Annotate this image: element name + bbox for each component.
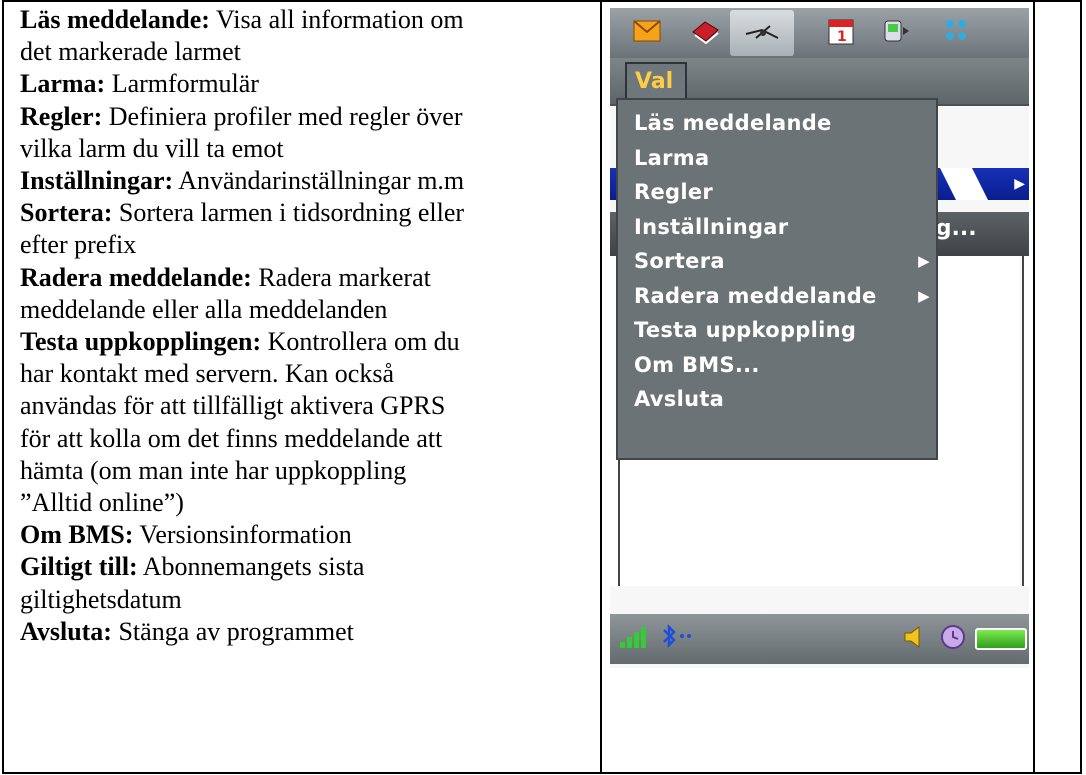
menu-item-label: Avsluta xyxy=(634,387,725,411)
signal-icon xyxy=(618,624,652,656)
description-text: Versionsinformation xyxy=(133,520,352,550)
description-term: Läs meddelande: xyxy=(20,5,210,34)
description-entry: Giltigt till: Abonnemangets sista xyxy=(20,551,590,583)
menu-item-label: Läs meddelande xyxy=(634,111,832,135)
options-menu: Läs meddelande Larma Regler Inställningar So… xyxy=(616,98,938,460)
description-text: Stänga av programmet xyxy=(111,616,354,646)
clock-icon[interactable] xyxy=(940,624,966,656)
description-continuation: efter prefix xyxy=(20,230,137,260)
description-term: Inställningar: xyxy=(20,166,174,196)
description-term: Sortera: xyxy=(20,198,113,228)
description-term: Larma: xyxy=(20,69,106,99)
menu-item-label: Regler xyxy=(634,180,714,204)
menu-descriptions: Läs meddelande: Visa all information om d… xyxy=(20,4,590,648)
phone-screenshot: 1 Val ▶ erg... Läs meddelande Larma Regler… xyxy=(610,8,1029,668)
bluetooth-icon xyxy=(658,623,694,656)
description-term: Testa uppkopplingen: xyxy=(20,327,262,357)
apps-grid-icon[interactable] xyxy=(940,14,974,48)
description-text: Kontrollera om du xyxy=(261,327,460,357)
calendar-icon[interactable]: 1 xyxy=(824,14,858,48)
description-entry: Avsluta: Stänga av programmet xyxy=(20,616,590,648)
status-bar xyxy=(610,614,1029,664)
submenu-arrow-icon: ▶ xyxy=(918,286,930,305)
description-entry: Testa uppkopplingen: Kontrollera om du xyxy=(20,326,590,358)
menu-item[interactable]: Larma xyxy=(618,141,936,176)
description-text: Definiera profiler med regler över xyxy=(102,101,463,131)
description-continuation: användas för att tillfälligt aktivera GP… xyxy=(20,391,446,421)
submenu-arrow-icon: ▶ xyxy=(918,252,930,270)
description-term: Om BMS: xyxy=(20,520,134,550)
description-term: Avsluta: xyxy=(20,616,112,646)
menu-item-label: Testa uppkoppling xyxy=(634,318,857,342)
menu-item[interactable]: Sortera ▶ xyxy=(618,244,936,279)
description-entry: Sortera: Sortera larmen i tidsordning el… xyxy=(20,197,590,229)
description-entry: Läs meddelande: Visa all information om xyxy=(20,4,590,36)
tab-separator xyxy=(940,168,988,200)
layout-table: Läs meddelande: Visa all information om d… xyxy=(2,0,1082,774)
menu-item[interactable]: Om BMS... xyxy=(618,348,936,383)
description-entry: Regler: Definiera profiler med regler öv… xyxy=(20,101,590,133)
description-text: Visa all information om xyxy=(209,5,464,34)
description-entry: Larma: Larmformulär xyxy=(20,68,590,100)
menu-item[interactable]: Radera meddelande ▶ xyxy=(618,279,936,314)
description-text: Sortera larmen i tidsordning eller xyxy=(112,198,465,228)
menu-item-label: Inställningar xyxy=(634,214,789,239)
description-continuation: har kontakt med servern. Kan också xyxy=(20,359,394,389)
menu-item[interactable]: Läs meddelande xyxy=(618,106,936,141)
menu-item-label: Larma xyxy=(634,145,710,170)
menu-tab-val[interactable]: Val xyxy=(625,62,687,100)
description-entry: Om BMS: Versionsinformation xyxy=(20,519,590,551)
battery-icon xyxy=(975,628,1027,650)
menu-item[interactable]: Regler xyxy=(618,175,936,210)
description-entry: Inställningar: Användarinställningar m.m xyxy=(20,165,590,197)
description-continuation: det markerade larmet xyxy=(20,37,241,67)
description-text: Abonnemangets sista xyxy=(137,552,365,582)
description-continuation: hämta (om man inte har uppkoppling xyxy=(20,455,407,485)
description-term: Giltigt till: xyxy=(20,552,138,582)
description-continuation: ”Alltid online”) xyxy=(20,488,184,518)
menu-item[interactable]: Testa uppkoppling xyxy=(618,313,936,348)
book-icon[interactable] xyxy=(688,14,722,48)
description-text: Användarinställningar m.m xyxy=(173,166,465,196)
column-divider xyxy=(600,2,602,772)
description-continuation: vilka larm du vill ta emot xyxy=(20,133,284,163)
menu-item-label: Om BMS... xyxy=(634,352,760,377)
description-continuation: för att kolla om det finns meddelande at… xyxy=(20,423,443,453)
phone-icon[interactable] xyxy=(880,14,914,48)
mail-icon[interactable] xyxy=(630,14,664,48)
list-right-border xyxy=(1022,256,1029,586)
menu-item-label: Sortera xyxy=(634,249,725,273)
volume-icon[interactable] xyxy=(902,624,926,656)
description-text: Radera markerat xyxy=(251,262,431,292)
menu-item[interactable]: Inställningar xyxy=(618,210,936,245)
scroll-right-icon[interactable]: ▶ xyxy=(1014,176,1025,192)
description-term: Radera meddelande: xyxy=(20,262,252,292)
description-continuation: meddelande eller alla meddelanden xyxy=(20,294,388,324)
description-continuation: giltighetsdatum xyxy=(20,584,182,614)
menu-item-label: Radera meddelande xyxy=(634,283,877,308)
satellite-icon[interactable] xyxy=(730,10,794,56)
svg-text:1: 1 xyxy=(837,29,847,45)
description-term: Regler: xyxy=(20,101,103,131)
menu-item[interactable]: Avsluta xyxy=(618,382,936,417)
description-text: Larmformulär xyxy=(105,69,259,99)
app-toolbar: 1 xyxy=(610,8,1029,58)
description-entry: Radera meddelande: Radera markerat xyxy=(20,262,590,294)
column-divider-right xyxy=(1033,2,1035,772)
